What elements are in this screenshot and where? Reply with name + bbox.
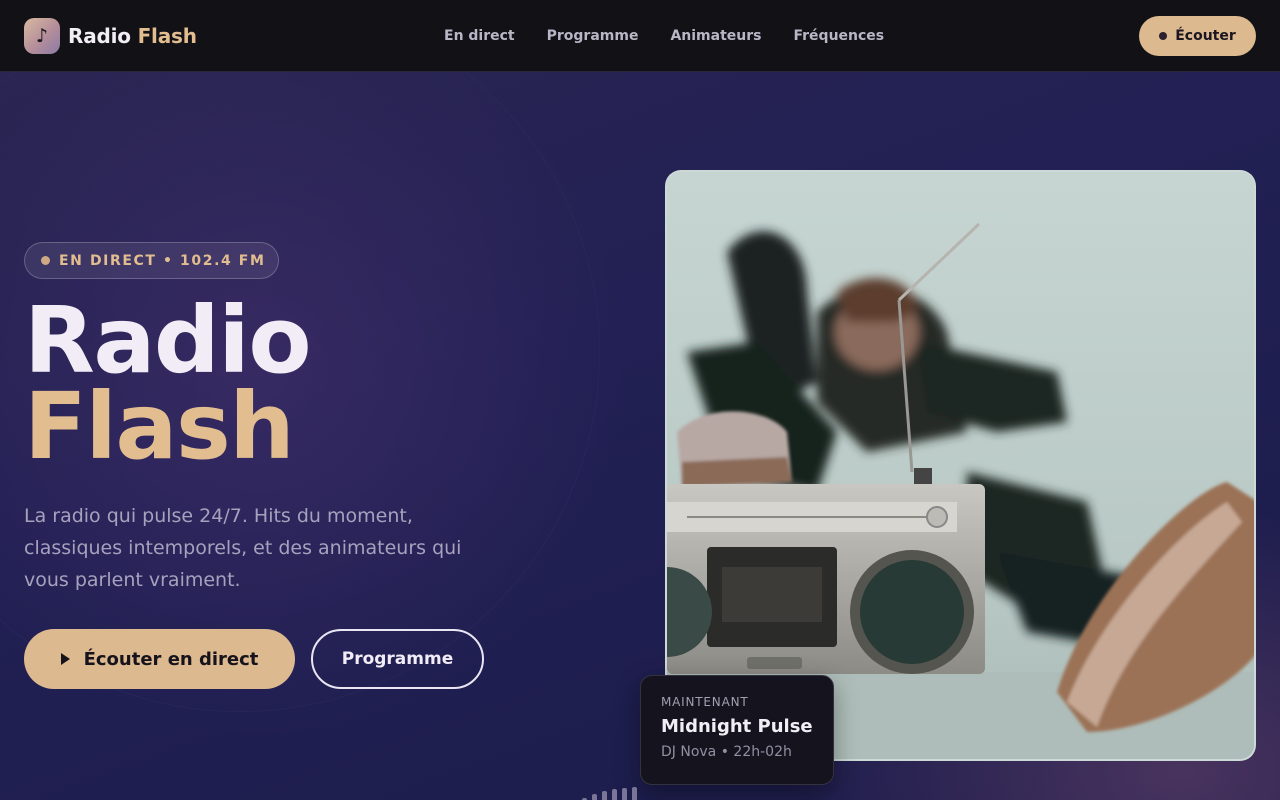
hero-title-line1: Radio [24, 287, 312, 394]
nav-link-animateurs[interactable]: Animateurs [654, 24, 777, 48]
live-dot-icon [41, 256, 50, 265]
listen-button[interactable]: Écouter [1139, 16, 1256, 56]
brand-name-accent: Flash [137, 24, 197, 48]
listen-button-label: Écouter [1175, 28, 1236, 44]
live-badge: EN DIRECT • 102.4 FM [24, 242, 279, 279]
now-playing-meta: DJ Nova • 22h-02h [661, 744, 792, 760]
hero-photo [665, 170, 1256, 761]
hero-title-line2: Flash [24, 373, 295, 480]
hero-section: EN DIRECT • 102.4 FM Radio Flash La radi… [0, 72, 1280, 800]
live-dot-icon [1159, 32, 1168, 40]
brand-name: Radio Flash [68, 24, 197, 48]
listen-live-button-label: Écouter en direct [83, 648, 259, 670]
equalizer-icon [560, 782, 640, 800]
live-badge-label: EN DIRECT • 102.4 FM [59, 252, 266, 269]
boombox-photo-illustration [667, 172, 1254, 759]
hero-title: Radio Flash [24, 287, 312, 480]
nav-link-programme[interactable]: Programme [531, 24, 655, 48]
now-playing-show: Midnight Pulse [661, 716, 813, 737]
brand-logo[interactable]: ♪ Radio Flash [24, 18, 197, 54]
music-note-icon: ♪ [24, 18, 60, 54]
listen-live-button[interactable]: Écouter en direct [24, 629, 295, 689]
nav-links: En direct Programme Animateurs Fréquence… [428, 24, 900, 48]
brand-name-main: Radio [68, 24, 131, 48]
nav-link-frequences[interactable]: Fréquences [777, 24, 900, 48]
top-navbar: ♪ Radio Flash En direct Programme Animat… [0, 0, 1280, 72]
nav-link-en-direct[interactable]: En direct [428, 24, 531, 48]
now-playing-label: MAINTENANT [661, 695, 749, 709]
play-icon [60, 653, 70, 665]
program-button[interactable]: Programme [311, 629, 484, 689]
now-playing-card[interactable]: MAINTENANT Midnight Pulse DJ Nova • 22h-… [640, 675, 834, 785]
hero-description: La radio qui pulse 24/7. Hits du moment,… [24, 505, 462, 591]
